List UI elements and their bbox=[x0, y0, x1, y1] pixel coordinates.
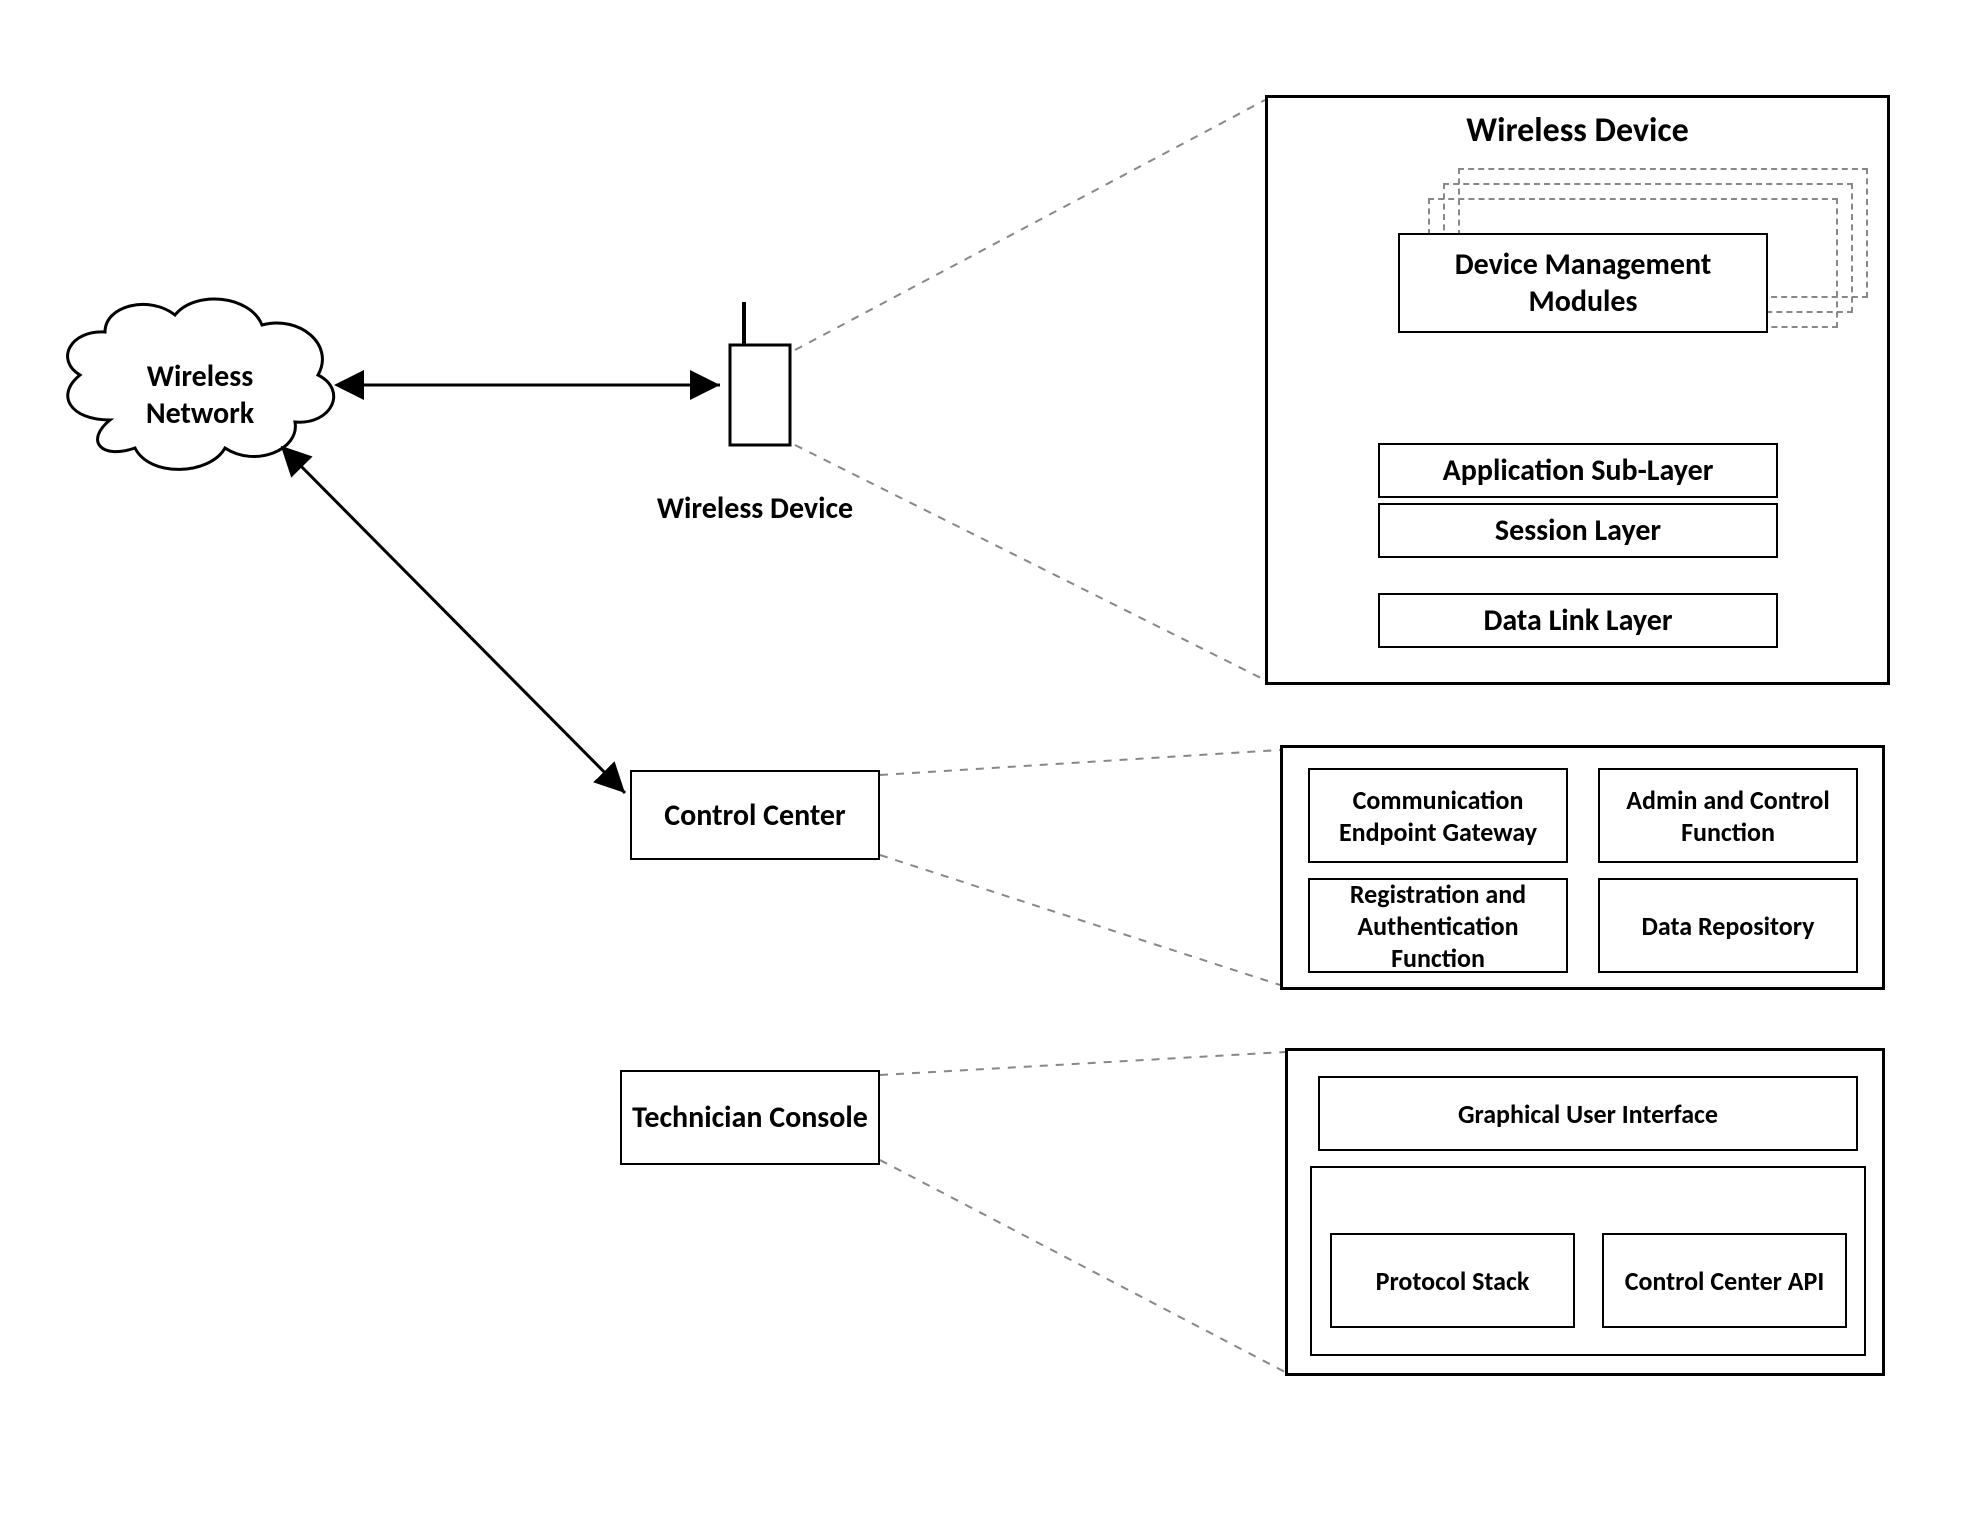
wireless-device-detail-title: Wireless Device bbox=[1268, 110, 1887, 151]
technician-console-detail-panel: Graphical User Interface Communication E… bbox=[1285, 1048, 1885, 1376]
gui-box: Graphical User Interface bbox=[1318, 1076, 1858, 1151]
control-center-api-box: Control Center API bbox=[1602, 1233, 1847, 1328]
data-repository-box: Data Repository bbox=[1598, 878, 1858, 973]
control-center-node: Control Center bbox=[630, 770, 880, 860]
protocol-stack-box: Protocol Stack bbox=[1330, 1233, 1575, 1328]
technician-console-node: Technician Console bbox=[620, 1070, 880, 1165]
wireless-network-node: Wireless Network bbox=[95, 358, 305, 432]
registration-authentication-box: Registration and Authentication Function bbox=[1308, 878, 1568, 973]
application-sublayer-box: Application Sub-Layer bbox=[1378, 443, 1778, 498]
comm-endpoint-gateway-box: Communication Endpoint Gateway bbox=[1308, 768, 1568, 863]
control-center-detail-panel: Communication Endpoint Gateway Admin and… bbox=[1280, 745, 1885, 990]
wireless-device-node-label: Wireless Device bbox=[605, 490, 905, 527]
session-layer-box: Session Layer bbox=[1378, 503, 1778, 558]
data-link-layer-box: Data Link Layer bbox=[1378, 593, 1778, 648]
communication-engine-group: Protocol Stack Control Center API bbox=[1310, 1166, 1866, 1356]
device-mgmt-modules-box: Device Management Modules bbox=[1398, 233, 1768, 333]
wireless-device-detail-panel: Wireless Device Device Management Module… bbox=[1265, 95, 1890, 685]
admin-control-function-box: Admin and Control Function bbox=[1598, 768, 1858, 863]
